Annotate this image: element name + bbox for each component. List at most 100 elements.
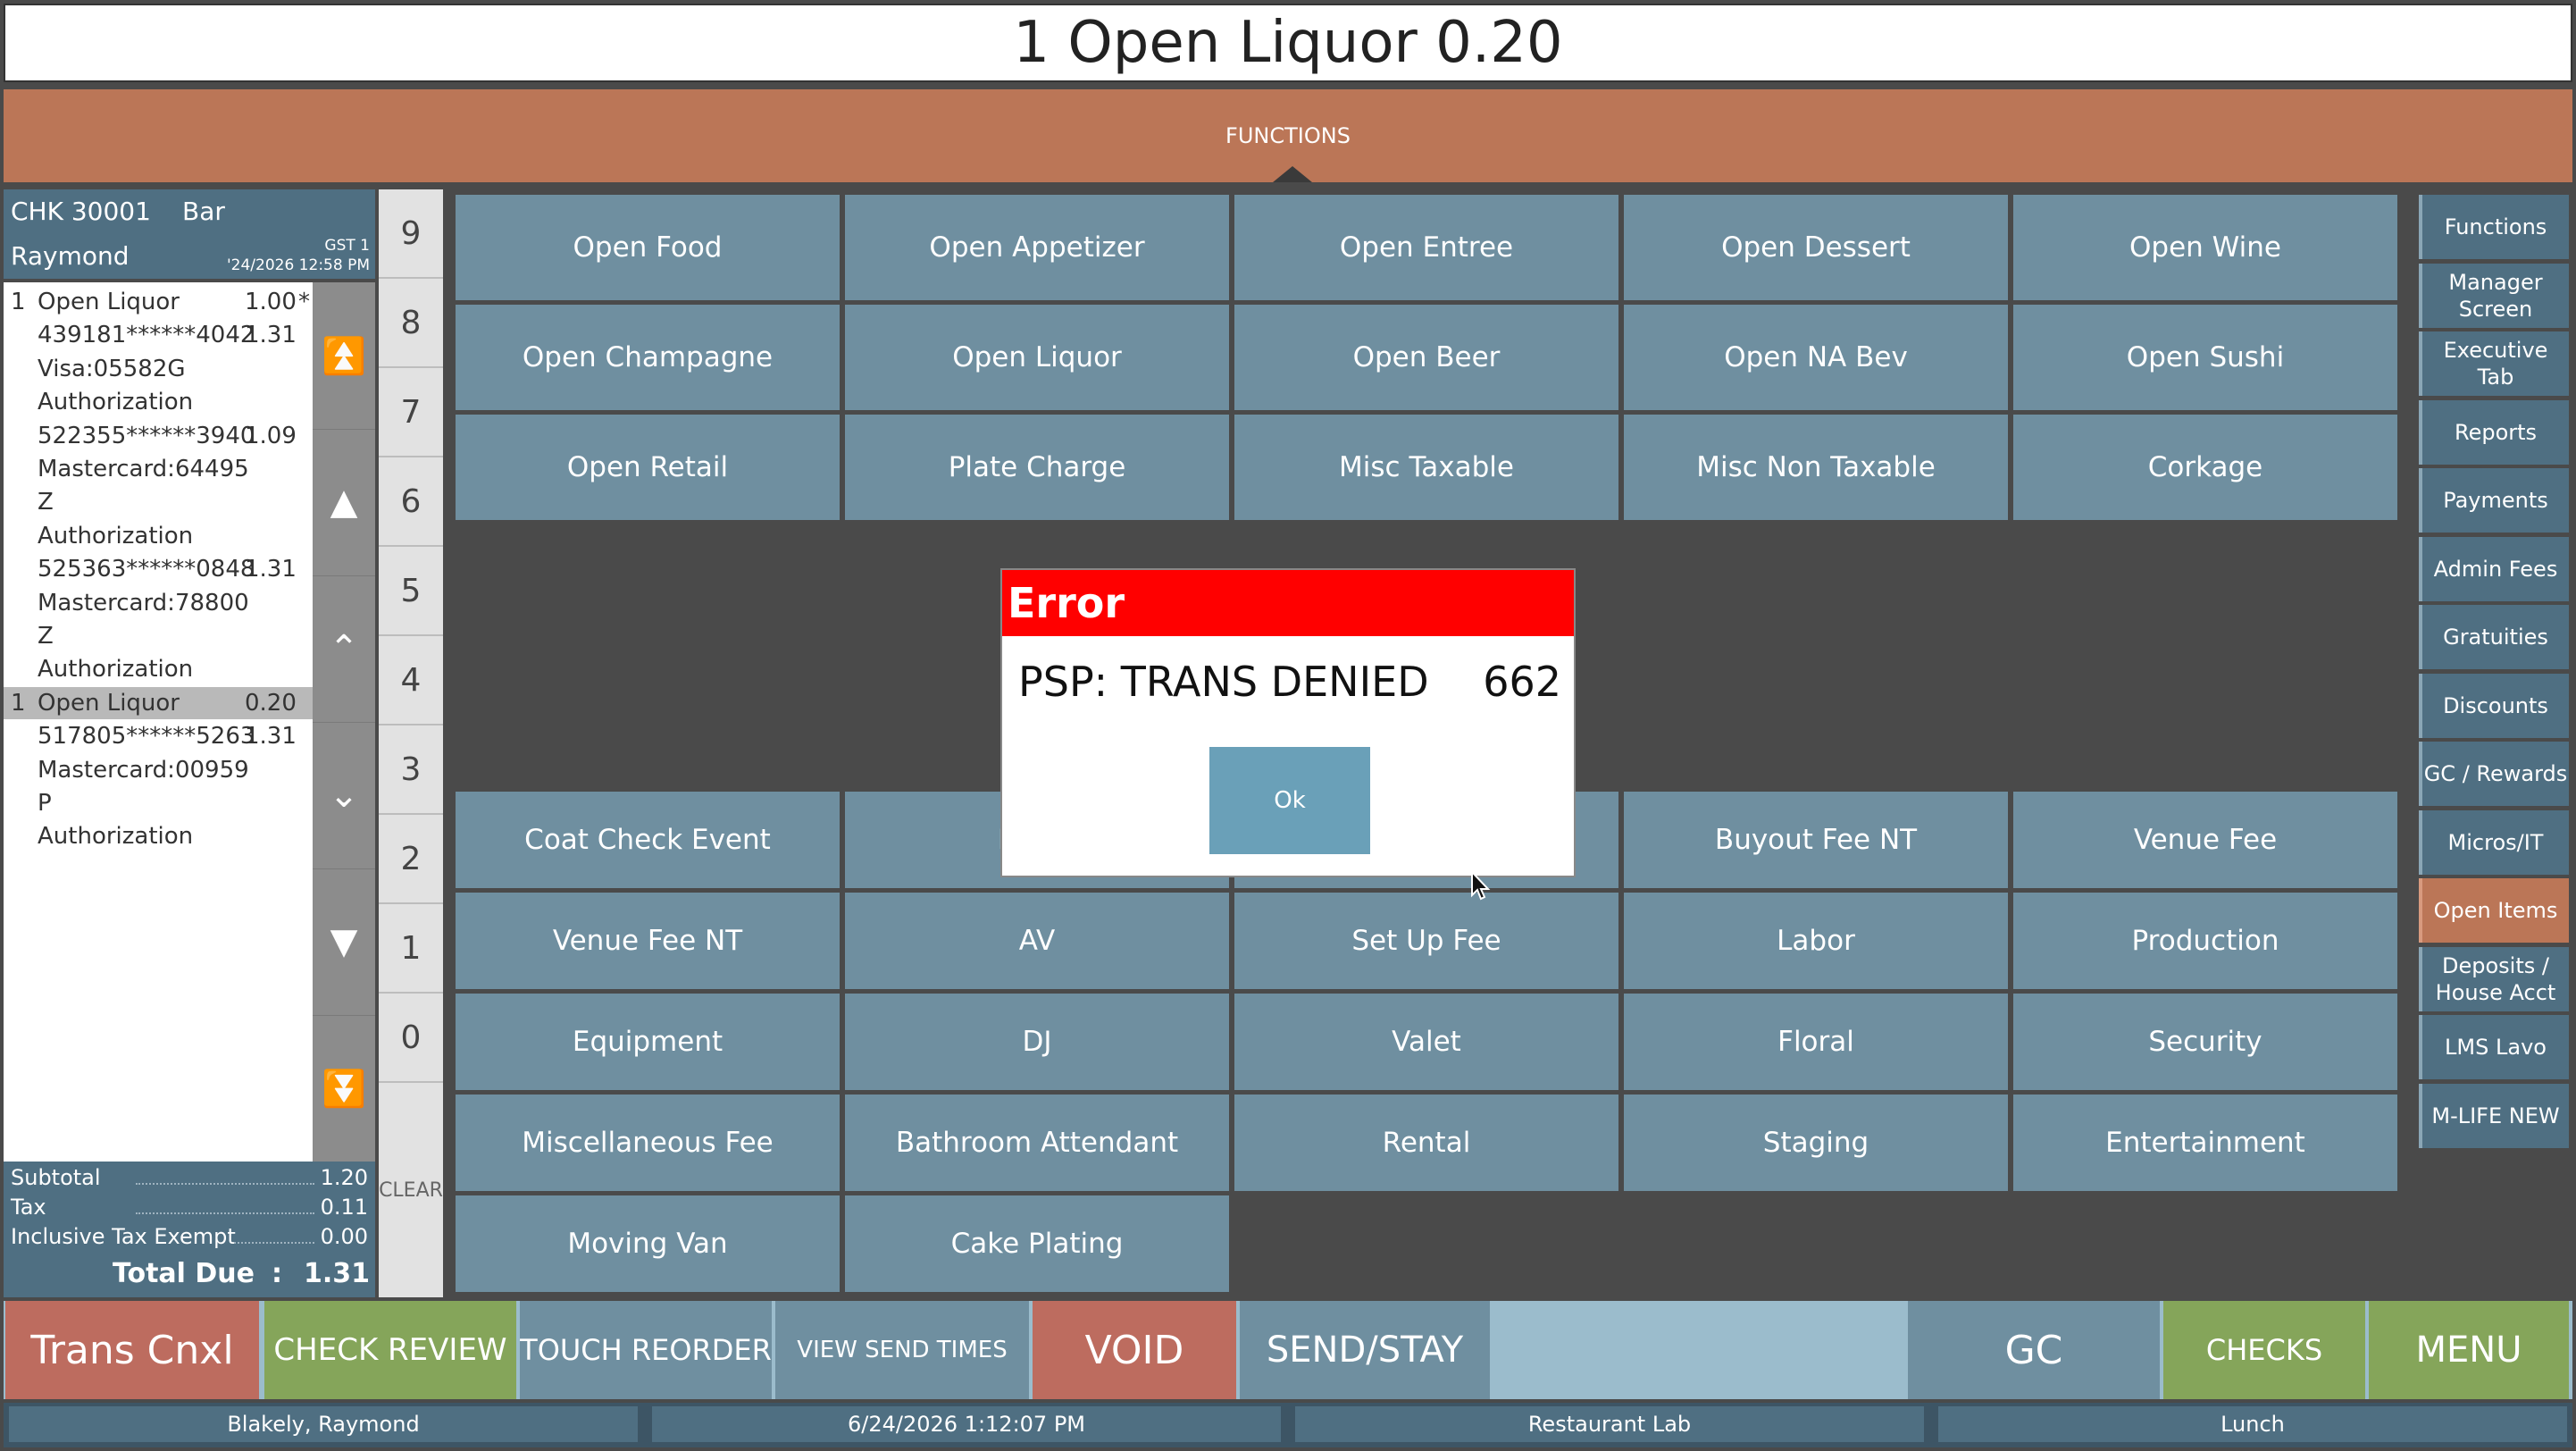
item-button[interactable]: Set Up Fee bbox=[1234, 893, 1618, 989]
sidebar-button[interactable]: Open Items bbox=[2419, 878, 2569, 943]
item-button[interactable]: Open Liquor bbox=[845, 305, 1229, 410]
item-button[interactable]: Floral bbox=[1624, 994, 2008, 1090]
item-button[interactable]: Open Wine bbox=[2013, 195, 2397, 300]
keypad-key-3[interactable]: 3 bbox=[379, 726, 443, 815]
sidebar-button[interactable]: Manager Screen bbox=[2419, 263, 2569, 328]
sidebar-button[interactable]: Admin Fees bbox=[2419, 536, 2569, 601]
check-line[interactable]: Authorization bbox=[4, 520, 313, 552]
item-button[interactable]: Plate Charge bbox=[845, 415, 1229, 520]
sidebar-button[interactable]: Micros/IT bbox=[2419, 809, 2569, 875]
item-button[interactable]: Open Food bbox=[456, 195, 840, 300]
line-down-button[interactable]: ⌄ bbox=[313, 722, 375, 869]
keypad-clear[interactable]: CLEAR bbox=[379, 1083, 443, 1297]
item-button[interactable]: Equipment bbox=[456, 994, 840, 1090]
item-button[interactable]: Entertainment bbox=[2013, 1095, 2397, 1191]
item-button[interactable]: Cake Plating bbox=[845, 1195, 1229, 1292]
check-line[interactable]: P bbox=[4, 787, 313, 819]
item-button[interactable]: Moving Van bbox=[456, 1195, 840, 1292]
scroll-top-button[interactable]: ⏫ bbox=[313, 282, 375, 430]
check-line[interactable]: 1 Open Liquor 0.20 bbox=[4, 686, 313, 719]
check-line[interactable]: Z bbox=[4, 486, 313, 518]
check-line[interactable]: Mastercard:64495 bbox=[4, 453, 313, 485]
function-bar[interactable]: FUNCTIONS bbox=[4, 89, 2572, 182]
item-button[interactable]: Labor bbox=[1624, 893, 2008, 989]
item-button[interactable]: Corkage bbox=[2013, 415, 2397, 520]
toolbar-button[interactable]: TOUCH REORDER bbox=[520, 1301, 772, 1399]
keypad-key-5[interactable]: 5 bbox=[379, 547, 443, 636]
item-button[interactable]: Security bbox=[2013, 994, 2397, 1090]
check-line[interactable]: Mastercard:00959 bbox=[4, 754, 313, 786]
ok-button[interactable]: Ok bbox=[1209, 747, 1370, 854]
check-line[interactable]: Authorization bbox=[4, 653, 313, 685]
check-line[interactable]: Z bbox=[4, 620, 313, 652]
item-button[interactable]: Misc Non Taxable bbox=[1624, 415, 2008, 520]
page-up-button[interactable]: ▲ bbox=[313, 429, 375, 576]
toolbar-button[interactable]: CHECK REVIEW bbox=[264, 1301, 516, 1399]
toolbar-button[interactable]: VOID bbox=[1033, 1301, 1236, 1399]
toolbar-button[interactable]: Trans Cnxl bbox=[5, 1301, 259, 1399]
check-line[interactable]: 525363******0848 1.31 bbox=[4, 553, 313, 585]
check-line[interactable]: Authorization bbox=[4, 820, 313, 852]
check-line[interactable]: 517805******5263 1.31 bbox=[4, 720, 313, 752]
toolbar-button[interactable]: GC bbox=[1908, 1301, 2160, 1399]
check-detail-list[interactable]: 1 Open Liquor 1.00 * 439181******4042 1.31 Vis… bbox=[4, 282, 313, 1162]
item-button[interactable]: Open Retail bbox=[456, 415, 840, 520]
keypad-key-4[interactable]: 4 bbox=[379, 636, 443, 726]
sidebar-button[interactable]: Payments bbox=[2419, 468, 2569, 533]
sidebar-button[interactable]: GC / Rewards bbox=[2419, 742, 2569, 806]
keypad-key-8[interactable]: 8 bbox=[379, 279, 443, 368]
item-button[interactable]: DJ bbox=[845, 994, 1229, 1090]
item-button[interactable]: AV bbox=[845, 893, 1229, 989]
toolbar-button[interactable]: VIEW SEND TIMES bbox=[775, 1301, 1029, 1399]
item-button[interactable]: Production bbox=[2013, 893, 2397, 989]
item-button[interactable]: Open Champagne bbox=[456, 305, 840, 410]
toolbar-button[interactable]: MENU bbox=[2369, 1301, 2569, 1399]
bottom-toolbar: Trans Cnxl CHECK REVIEW TOUCH REORDER VIEW … bbox=[4, 1301, 2572, 1399]
item-button[interactable]: Coat Check Event bbox=[456, 792, 840, 888]
sidebar-button[interactable]: LMS Lavo bbox=[2419, 1015, 2569, 1079]
item-button[interactable]: Open Sushi bbox=[2013, 305, 2397, 410]
item-button[interactable]: Open Entree bbox=[1234, 195, 1618, 300]
item-button[interactable]: Miscellaneous Fee bbox=[456, 1095, 840, 1191]
status-datetime: 6/24/2026 1:12:07 PM bbox=[652, 1406, 1281, 1442]
sidebar-button[interactable]: Gratuities bbox=[2419, 605, 2569, 669]
total-due-value: 1.31 bbox=[303, 1258, 370, 1289]
sidebar-button[interactable]: Functions bbox=[2419, 195, 2569, 259]
sidebar-button[interactable]: Executive Tab bbox=[2419, 331, 2569, 396]
keypad-key-7[interactable]: 7 bbox=[379, 368, 443, 457]
sidebar-button[interactable]: Reports bbox=[2419, 399, 2569, 465]
sidebar-button[interactable]: Deposits / House Acct bbox=[2419, 946, 2569, 1011]
toolbar-button[interactable]: SEND/STAY bbox=[1240, 1301, 1490, 1399]
sidebar-button[interactable]: Discounts bbox=[2419, 673, 2569, 738]
keypad-key-9[interactable]: 9 bbox=[379, 189, 443, 279]
check-line[interactable]: 439181******4042 1.31 bbox=[4, 319, 313, 351]
item-button[interactable]: Rental bbox=[1234, 1095, 1618, 1191]
item-button[interactable]: Venue Fee bbox=[2013, 792, 2397, 888]
check-line[interactable]: Visa:05582G bbox=[4, 353, 313, 385]
check-line[interactable]: Authorization bbox=[4, 386, 313, 418]
error-dialog-title: Error bbox=[1002, 570, 1574, 636]
check-line[interactable]: 522355******3940 1.09 bbox=[4, 420, 313, 452]
item-button[interactable]: Staging bbox=[1624, 1095, 2008, 1191]
item-button[interactable]: Buyout Fee NT bbox=[1624, 792, 2008, 888]
line-name: Open Liquor bbox=[38, 689, 180, 717]
line-up-button[interactable]: ⌃ bbox=[313, 575, 375, 723]
item-button[interactable]: Valet bbox=[1234, 994, 1618, 1090]
item-button[interactable]: Bathroom Attendant bbox=[845, 1095, 1229, 1191]
scroll-bottom-button[interactable]: ⏬ bbox=[313, 1015, 375, 1162]
toolbar-button[interactable]: CHECKS bbox=[2163, 1301, 2365, 1399]
keypad-key-6[interactable]: 6 bbox=[379, 457, 443, 547]
keypad-key-0[interactable]: 0 bbox=[379, 994, 443, 1083]
item-button[interactable]: Open NA Bev bbox=[1624, 305, 2008, 410]
sidebar-button[interactable]: M-LIFE NEW bbox=[2419, 1083, 2569, 1148]
keypad-key-2[interactable]: 2 bbox=[379, 815, 443, 904]
item-button[interactable]: Open Beer bbox=[1234, 305, 1618, 410]
page-down-button[interactable]: ▼ bbox=[313, 868, 375, 1016]
item-button[interactable]: Open Appetizer bbox=[845, 195, 1229, 300]
item-button[interactable]: Misc Taxable bbox=[1234, 415, 1618, 520]
item-button[interactable]: Venue Fee NT bbox=[456, 893, 840, 989]
item-button[interactable]: Open Dessert bbox=[1624, 195, 2008, 300]
check-line[interactable]: Mastercard:78800 bbox=[4, 587, 313, 619]
keypad-key-1[interactable]: 1 bbox=[379, 904, 443, 994]
check-line[interactable]: 1 Open Liquor 1.00 * bbox=[4, 286, 313, 318]
